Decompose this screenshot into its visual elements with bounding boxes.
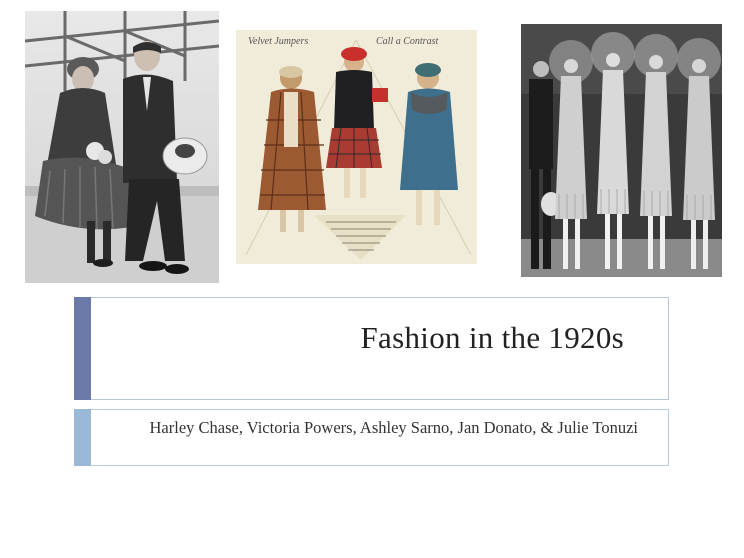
subtitle-accent-bar <box>74 409 91 466</box>
subtitle-box: Harley Chase, Victoria Powers, Ashley Sa… <box>74 409 669 466</box>
photo-couple <box>25 11 219 283</box>
caption-velvet-jumpers: Velvet Jumpers <box>248 36 308 47</box>
fashion-illustration: Velvet Jumpers Call a Contrast <box>236 30 477 264</box>
slide-authors: Harley Chase, Victoria Powers, Ashley Sa… <box>149 418 639 437</box>
slide-title: Fashion in the 1920s <box>360 320 624 355</box>
title-accent-bar <box>74 297 91 400</box>
photo-dancers <box>521 24 722 277</box>
title-box: Fashion in the 1920s <box>74 297 669 400</box>
caption-call-a-contrast: Call a Contrast <box>376 36 438 47</box>
